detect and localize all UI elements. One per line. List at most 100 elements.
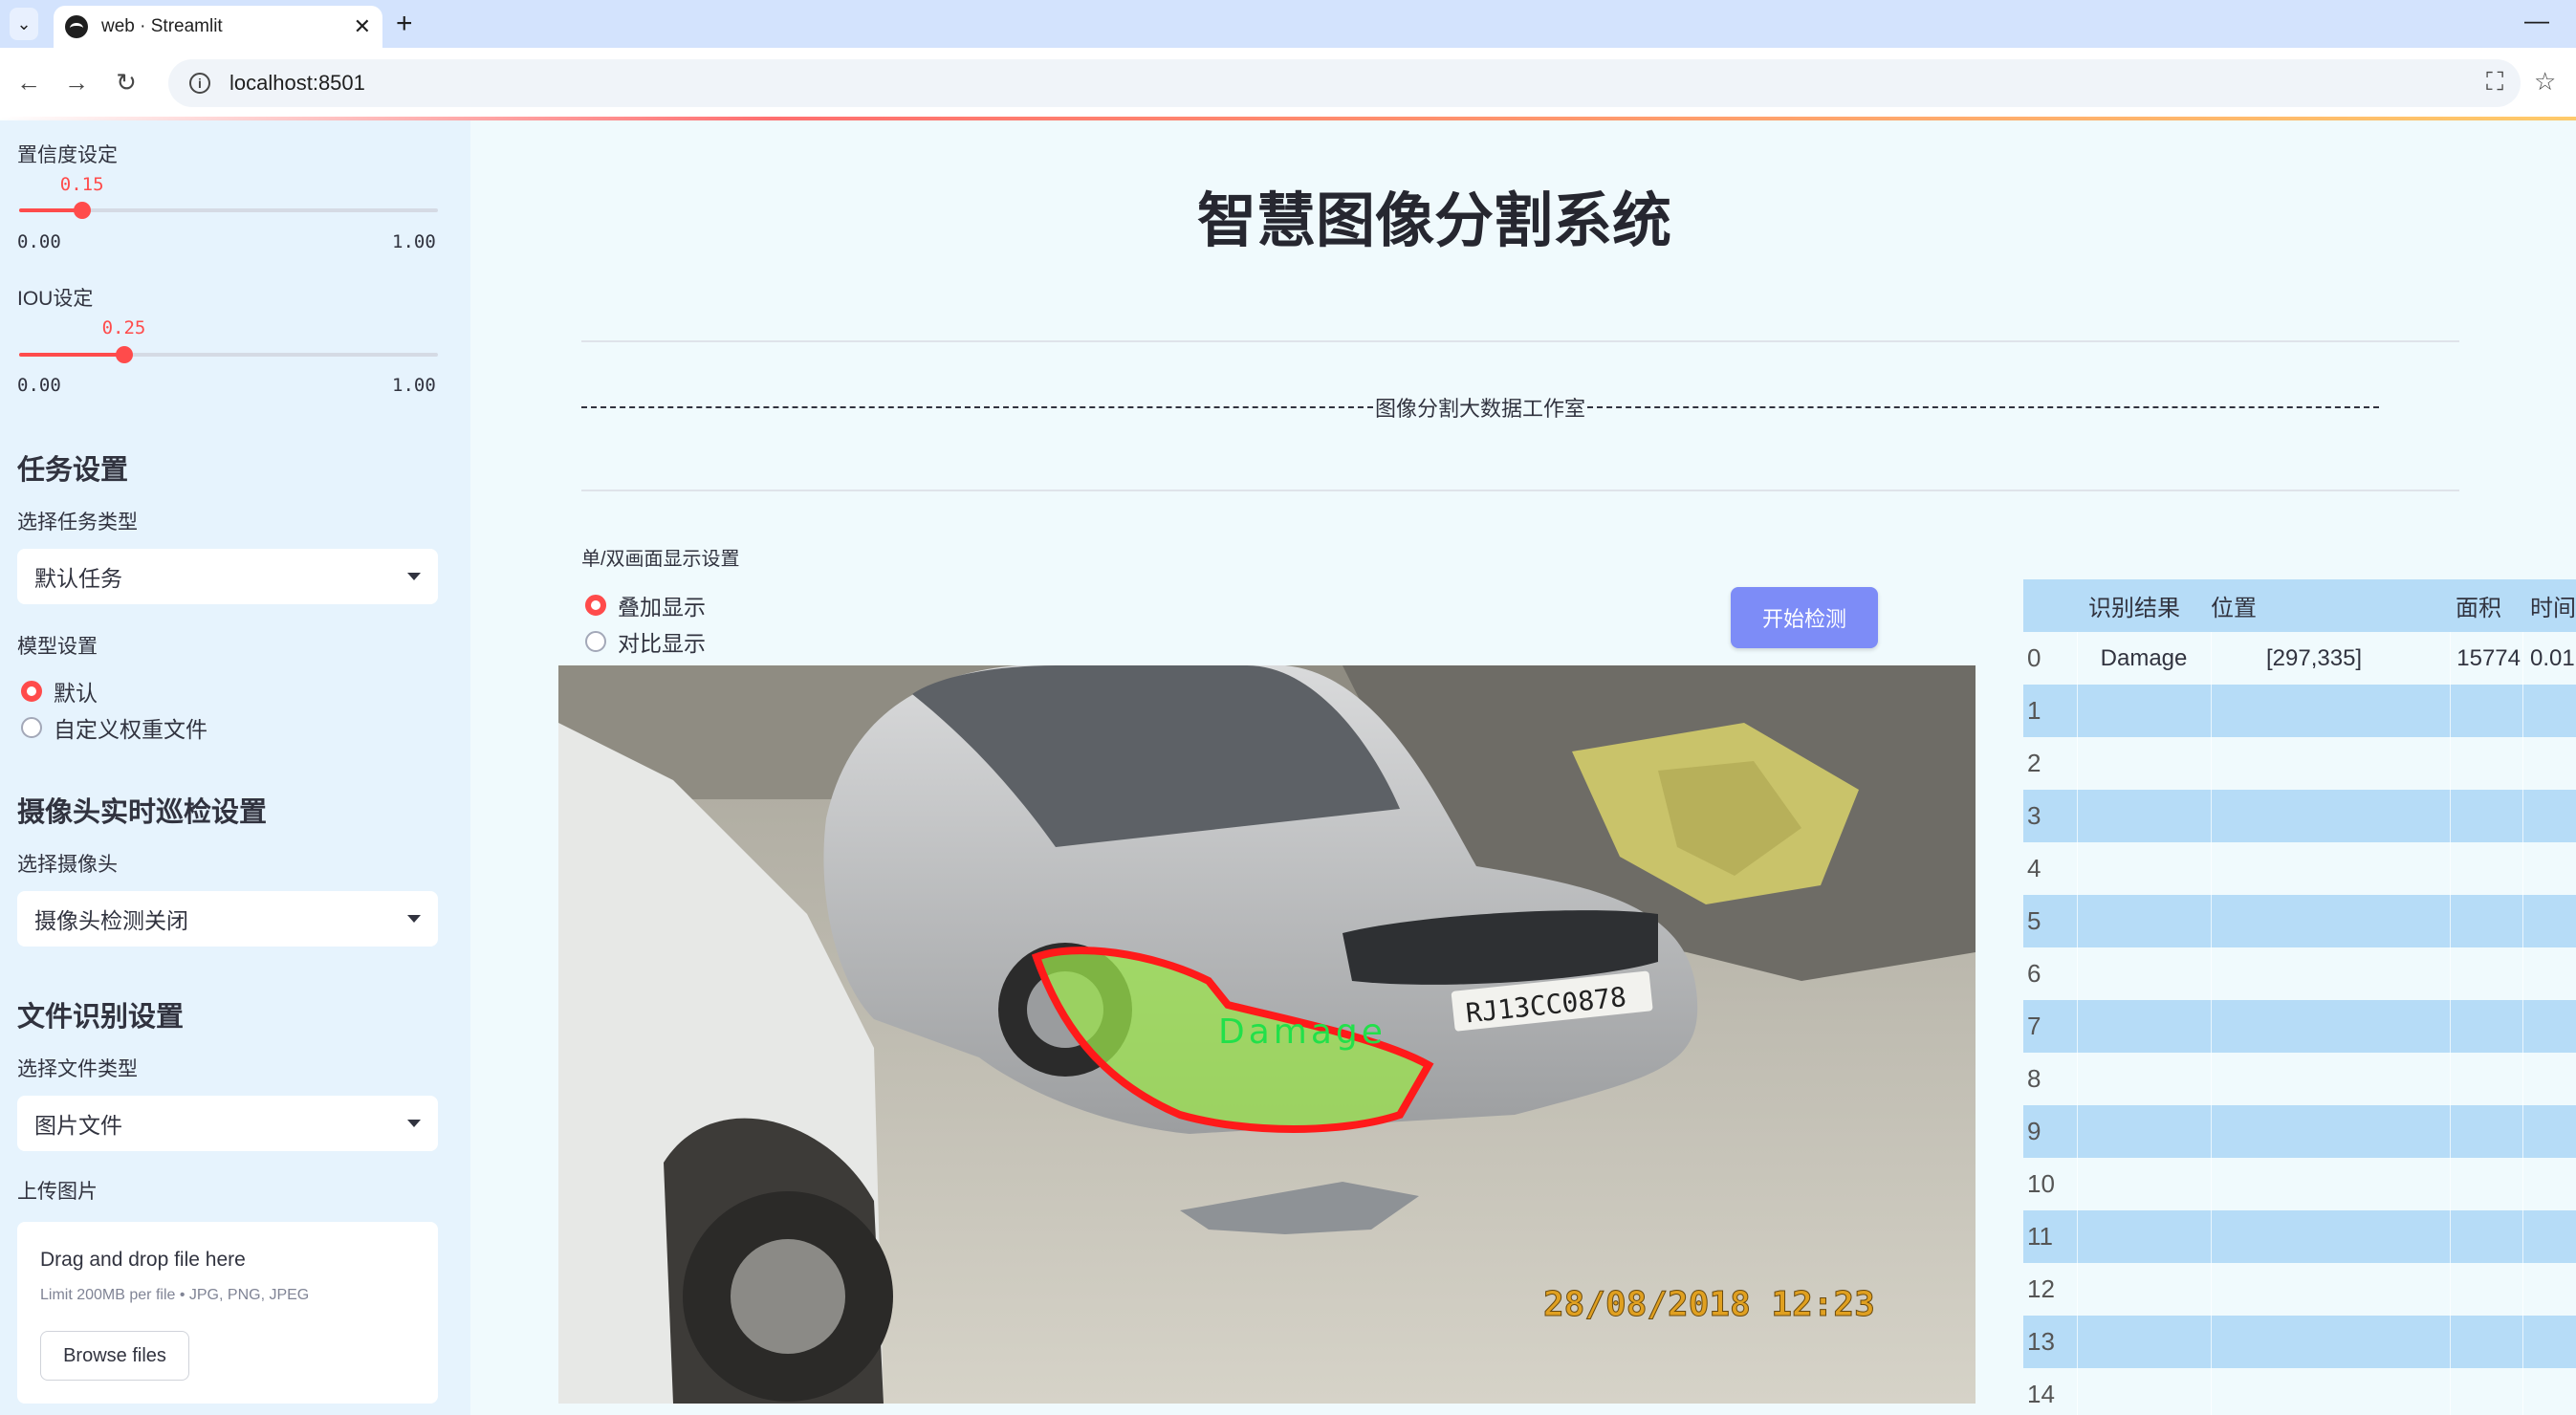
table-row[interactable]: 12 (2023, 1263, 2576, 1316)
column-divider (2522, 632, 2523, 685)
cell-area (2450, 1158, 2522, 1210)
column-divider (2522, 1000, 2523, 1053)
header-area[interactable]: 面积 (2450, 579, 2522, 632)
column-divider (2211, 1105, 2212, 1158)
file-type-select[interactable]: 图片文件 (17, 1096, 438, 1151)
tab-search-chevron-icon[interactable]: ⌄ (10, 8, 38, 40)
cell-time (2522, 1053, 2576, 1105)
upload-image-label: 上传图片 (17, 1181, 98, 1203)
confidence-slider[interactable] (19, 202, 438, 219)
column-divider (2522, 1053, 2523, 1105)
iou-slider-fill (19, 353, 124, 357)
radio-selected-icon (21, 681, 42, 702)
reload-icon[interactable]: ↻ (107, 63, 145, 101)
camera-select-label: 选择摄像头 (17, 854, 118, 876)
column-divider (2077, 632, 2078, 685)
display-mode-compare-radio[interactable]: 对比显示 (585, 625, 706, 658)
column-divider (2450, 1158, 2451, 1210)
table-row[interactable]: 1 (2023, 685, 2576, 737)
browser-tab[interactable]: web · Streamlit ✕ (54, 6, 382, 48)
column-divider (2077, 1158, 2078, 1210)
site-info-icon[interactable]: i (189, 73, 210, 94)
forward-arrow-icon[interactable]: → (57, 63, 96, 101)
iou-max: 1.00 (392, 375, 436, 396)
cell-result (2077, 1263, 2211, 1316)
table-row[interactable]: 8 (2023, 1053, 2576, 1105)
new-tab-plus-icon[interactable]: + (396, 8, 413, 40)
file-uploader-dropzone[interactable]: Drag and drop file here Limit 200MB per … (17, 1222, 438, 1404)
cell-time (2522, 842, 2576, 895)
iou-slider-thumb[interactable] (115, 346, 133, 363)
header-position[interactable]: 位置 (2211, 579, 2450, 632)
cell-area (2450, 737, 2522, 790)
table-row[interactable]: 9 (2023, 1105, 2576, 1158)
row-index: 5 (2027, 906, 2041, 935)
display-mode-option: 对比显示 (618, 631, 706, 656)
cell-position (2211, 1368, 2450, 1415)
browse-files-button[interactable]: Browse files (40, 1331, 189, 1381)
tab-title: web · Streamlit (101, 16, 223, 36)
header-result[interactable]: 识别结果 (2077, 579, 2211, 632)
bookmark-star-icon[interactable]: ☆ (2534, 67, 2556, 97)
table-row[interactable]: 13 (2023, 1316, 2576, 1368)
column-divider (2522, 790, 2523, 842)
row-index: 2 (2027, 749, 2041, 777)
cell-result (2077, 685, 2211, 737)
cell-time (2522, 1263, 2576, 1316)
cell-position (2211, 842, 2450, 895)
iou-slider[interactable] (19, 346, 438, 363)
column-divider (2211, 1000, 2212, 1053)
task-settings-heading: 任务设置 (17, 455, 129, 486)
chevron-down-icon (407, 915, 421, 923)
confidence-slider-thumb[interactable] (73, 202, 91, 219)
task-type-select[interactable]: 默认任务 (17, 549, 438, 604)
row-index: 3 (2027, 801, 2041, 830)
model-settings-label: 模型设置 (17, 636, 98, 658)
camera-select[interactable]: 摄像头检测关闭 (17, 891, 438, 947)
studio-banner: 图像分割大数据工作室 (581, 392, 2380, 423)
column-divider (2211, 685, 2212, 737)
column-divider (2522, 842, 2523, 895)
model-option-label: 自定义权重文件 (54, 717, 207, 742)
table-row[interactable]: 2 (2023, 737, 2576, 790)
start-detection-button[interactable]: 开始检测 (1731, 587, 1878, 648)
cell-result (2077, 1105, 2211, 1158)
page-title: 智慧图像分割系统 (1196, 185, 1671, 255)
cell-position (2211, 1158, 2450, 1210)
translate-icon[interactable]: ⛶ (2486, 67, 2503, 98)
header-time[interactable]: 时间 (2522, 579, 2576, 632)
column-divider (2211, 1053, 2212, 1105)
table-row[interactable]: 14 (2023, 1368, 2576, 1415)
column-divider (2211, 1263, 2212, 1316)
cell-result (2077, 1368, 2211, 1415)
column-divider (2077, 1210, 2078, 1263)
table-row[interactable]: 7 (2023, 1000, 2576, 1053)
table-row[interactable]: 0 Damage [297,335] 15774 0.01 (2023, 632, 2576, 685)
upload-limit-text: Limit 200MB per file • JPG, PNG, JPEG (40, 1287, 310, 1303)
display-mode-overlay-radio[interactable]: 叠加显示 (585, 589, 706, 621)
table-row[interactable]: 5 (2023, 895, 2576, 947)
table-row[interactable]: 10 (2023, 1158, 2576, 1210)
task-type-label: 选择任务类型 (17, 512, 138, 533)
back-arrow-icon[interactable]: ← (10, 63, 48, 101)
cell-position (2211, 895, 2450, 947)
model-radio-custom[interactable]: 自定义权重文件 (21, 711, 207, 744)
cell-time (2522, 1368, 2576, 1415)
display-mode-label: 单/双画面显示设置 (581, 549, 740, 570)
address-bar[interactable]: i localhost:8501 (168, 59, 2521, 107)
cell-position (2211, 1105, 2450, 1158)
table-row[interactable]: 6 (2023, 947, 2576, 1000)
row-index: 6 (2027, 959, 2041, 988)
column-divider (2211, 737, 2212, 790)
model-radio-default[interactable]: 默认 (21, 675, 98, 708)
cell-time (2522, 1210, 2576, 1263)
column-divider (2450, 842, 2451, 895)
table-row[interactable]: 4 (2023, 842, 2576, 895)
tab-close-icon[interactable]: ✕ (354, 14, 371, 39)
window-minimize-icon[interactable]: — (2524, 6, 2549, 35)
dashed-rule (581, 406, 1373, 408)
column-divider (2450, 1210, 2451, 1263)
table-row[interactable]: 3 (2023, 790, 2576, 842)
cell-position (2211, 685, 2450, 737)
table-row[interactable]: 11 (2023, 1210, 2576, 1263)
